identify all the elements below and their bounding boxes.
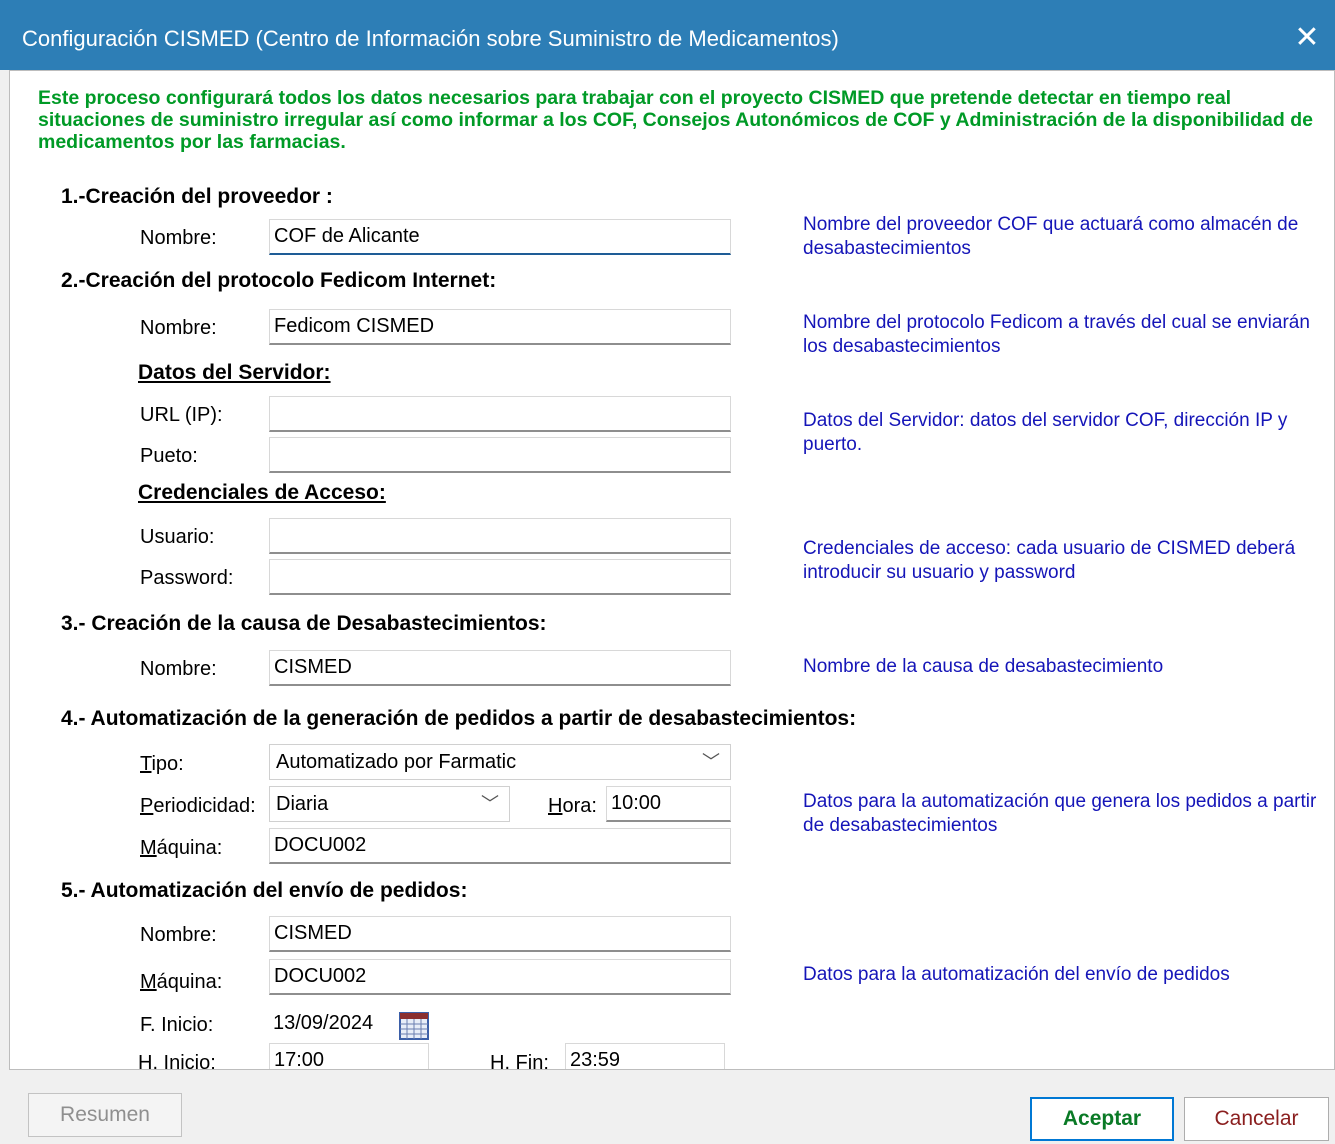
chevron-down-icon[interactable]: ﹀ xyxy=(481,787,499,821)
password-label: Password: xyxy=(140,567,234,589)
causa-nombre-input[interactable] xyxy=(269,650,731,686)
intro-text: Este proceso configurará todos los datos… xyxy=(38,87,1313,153)
calendar-icon[interactable] xyxy=(398,1009,430,1041)
aceptar-button[interactable]: Aceptar xyxy=(1030,1097,1174,1141)
proveedor-nombre-label: Nombre: xyxy=(140,227,217,249)
tipo-label: Tipo: xyxy=(140,753,184,775)
maquina-envio-input[interactable] xyxy=(269,959,731,995)
section-2-title: 2.-Creación del protocolo Fedicom Intern… xyxy=(61,269,497,292)
proveedor-help: Nombre del proveedor COF que actuará com… xyxy=(803,214,1299,259)
tipo-value: Automatizado por Farmatic xyxy=(276,751,517,773)
title-bar: Configuración CISMED (Centro de Informac… xyxy=(0,0,1335,70)
finicio-label: F. Inicio: xyxy=(140,1014,214,1036)
server-help: Datos del Servidor: datos del servidor C… xyxy=(803,410,1288,455)
url-label: URL (IP): xyxy=(140,404,223,426)
url-input[interactable] xyxy=(269,396,731,432)
section-4-title: 4.- Automatización de la generación de p… xyxy=(61,707,857,730)
generacion-help: Datos para la automatización que genera … xyxy=(803,791,1317,836)
envio-nombre-label: Nombre: xyxy=(140,924,217,946)
hora-label: Hora: xyxy=(548,795,597,817)
periodicidad-value: Diaria xyxy=(276,793,329,815)
section-3-title: 3.- Creación de la causa de Desabastecim… xyxy=(61,612,547,635)
port-input[interactable] xyxy=(269,437,731,473)
tipo-select[interactable]: Automatizado por Farmatic ﹀ xyxy=(269,744,731,780)
credentials-help: Credenciales de acceso: cada usuario de … xyxy=(803,538,1296,583)
section-1-title: 1.-Creación del proveedor : xyxy=(61,185,333,208)
hinicio-label: H. Inicio: xyxy=(138,1052,216,1070)
protocolo-help: Nombre del protocolo Fedicom a través de… xyxy=(803,312,1310,357)
proveedor-nombre-input[interactable] xyxy=(269,219,731,255)
user-label: Usuario: xyxy=(140,526,215,548)
periodicidad-select[interactable]: Diaria ﹀ xyxy=(269,786,510,822)
hfin-input[interactable] xyxy=(565,1043,725,1069)
port-label: Pueto: xyxy=(140,445,198,467)
envio-help: Datos para la automatización del envío d… xyxy=(803,964,1230,985)
server-heading: Datos del Servidor: xyxy=(138,361,331,384)
resumen-button[interactable]: Resumen xyxy=(28,1093,182,1137)
periodicidad-label: Periodicidad: xyxy=(140,795,256,817)
hora-input[interactable] xyxy=(606,786,731,822)
config-panel: Este proceso configurará todos los datos… xyxy=(9,70,1335,1070)
maquina-envio-label: Máquina: xyxy=(140,971,223,993)
protocolo-nombre-label: Nombre: xyxy=(140,317,217,339)
maquina-gen-input[interactable] xyxy=(269,828,731,864)
password-input[interactable] xyxy=(269,559,731,595)
close-icon[interactable]: ✕ xyxy=(1279,12,1335,62)
hinicio-input[interactable] xyxy=(269,1043,429,1069)
user-input[interactable] xyxy=(269,518,731,554)
chevron-down-icon[interactable]: ﹀ xyxy=(702,745,720,779)
maquina-gen-label: Máquina: xyxy=(140,837,223,859)
causa-nombre-label: Nombre: xyxy=(140,658,217,680)
cancelar-button[interactable]: Cancelar xyxy=(1184,1097,1329,1141)
hfin-label: H. Fin: xyxy=(490,1052,549,1070)
protocolo-nombre-input[interactable] xyxy=(269,309,731,345)
window-title: Configuración CISMED (Centro de Informac… xyxy=(22,26,839,51)
causa-help: Nombre de la causa de desabastecimiento xyxy=(803,656,1164,677)
section-5-title: 5.- Automatización del envío de pedidos: xyxy=(61,879,468,902)
credentials-heading: Credenciales de Acceso: xyxy=(138,481,386,504)
finicio-input[interactable] xyxy=(269,1005,391,1041)
envio-nombre-input[interactable] xyxy=(269,916,731,952)
